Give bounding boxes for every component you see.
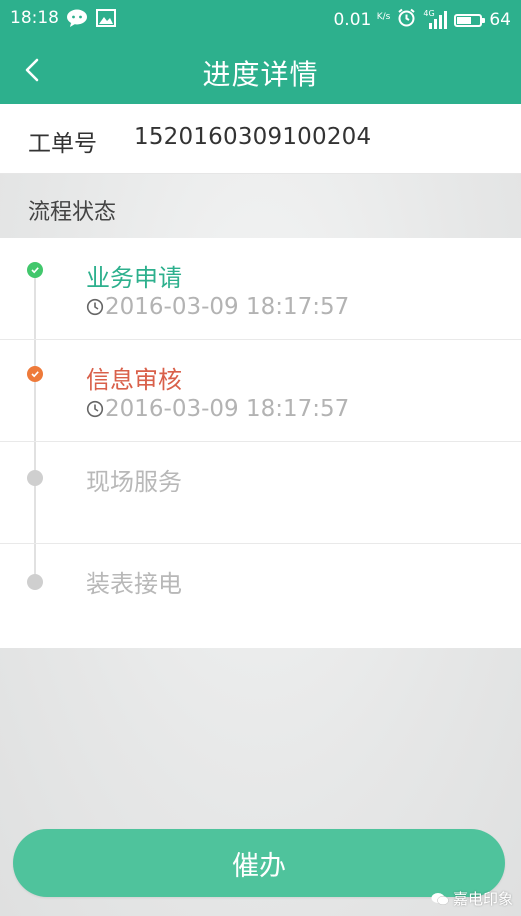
- battery-level: 64: [489, 10, 511, 30]
- battery-icon: [454, 13, 486, 27]
- order-row: 工单号 1520160309100204: [0, 104, 521, 174]
- process-section-title: 流程状态: [28, 200, 117, 225]
- process-step: 信息审核 2016-03-09 18:17:57: [0, 340, 521, 442]
- process-step: 业务申请 2016-03-09 18:17:57: [0, 238, 521, 340]
- wechat-icon: [431, 892, 449, 905]
- alarm-icon: [397, 8, 416, 32]
- step-name: 装表接电: [86, 570, 182, 598]
- image-icon: [96, 9, 116, 32]
- signal-icon: 4G: [423, 9, 448, 29]
- process-step: 装表接电: [0, 544, 521, 646]
- process-step: 现场服务: [0, 442, 521, 544]
- navbar: 进度详情: [0, 36, 521, 104]
- watermark: 嘉电印象: [431, 888, 513, 909]
- urge-button[interactable]: 催办: [13, 829, 505, 897]
- current-check-icon: [27, 366, 43, 382]
- order-number-value: 1520160309100204: [134, 124, 372, 150]
- page-title: 进度详情: [202, 58, 319, 91]
- done-check-icon: [27, 262, 43, 278]
- network-speed: 0.01 K/s: [333, 10, 391, 30]
- step-name: 信息审核: [86, 366, 182, 394]
- status-right: 0.01 K/s 4G 64: [333, 8, 511, 32]
- order-number-label: 工单号: [28, 131, 97, 157]
- pending-dot-icon: [27, 574, 43, 590]
- wechat-icon: [66, 9, 88, 32]
- status-bar: 18:18 0.01 K/s 4G 64: [0, 0, 521, 36]
- status-time: 18:18: [10, 8, 59, 28]
- step-name: 现场服务: [86, 468, 182, 496]
- step-time: 2016-03-09 18:17:57: [86, 294, 349, 320]
- pending-dot-icon: [27, 470, 43, 486]
- process-list: 业务申请 2016-03-09 18:17:57 信息审核 2016-03-09…: [0, 238, 521, 648]
- clock-icon: [86, 298, 104, 316]
- step-name: 业务申请: [86, 264, 182, 292]
- step-time: 2016-03-09 18:17:57: [86, 396, 349, 422]
- clock-icon: [86, 400, 104, 418]
